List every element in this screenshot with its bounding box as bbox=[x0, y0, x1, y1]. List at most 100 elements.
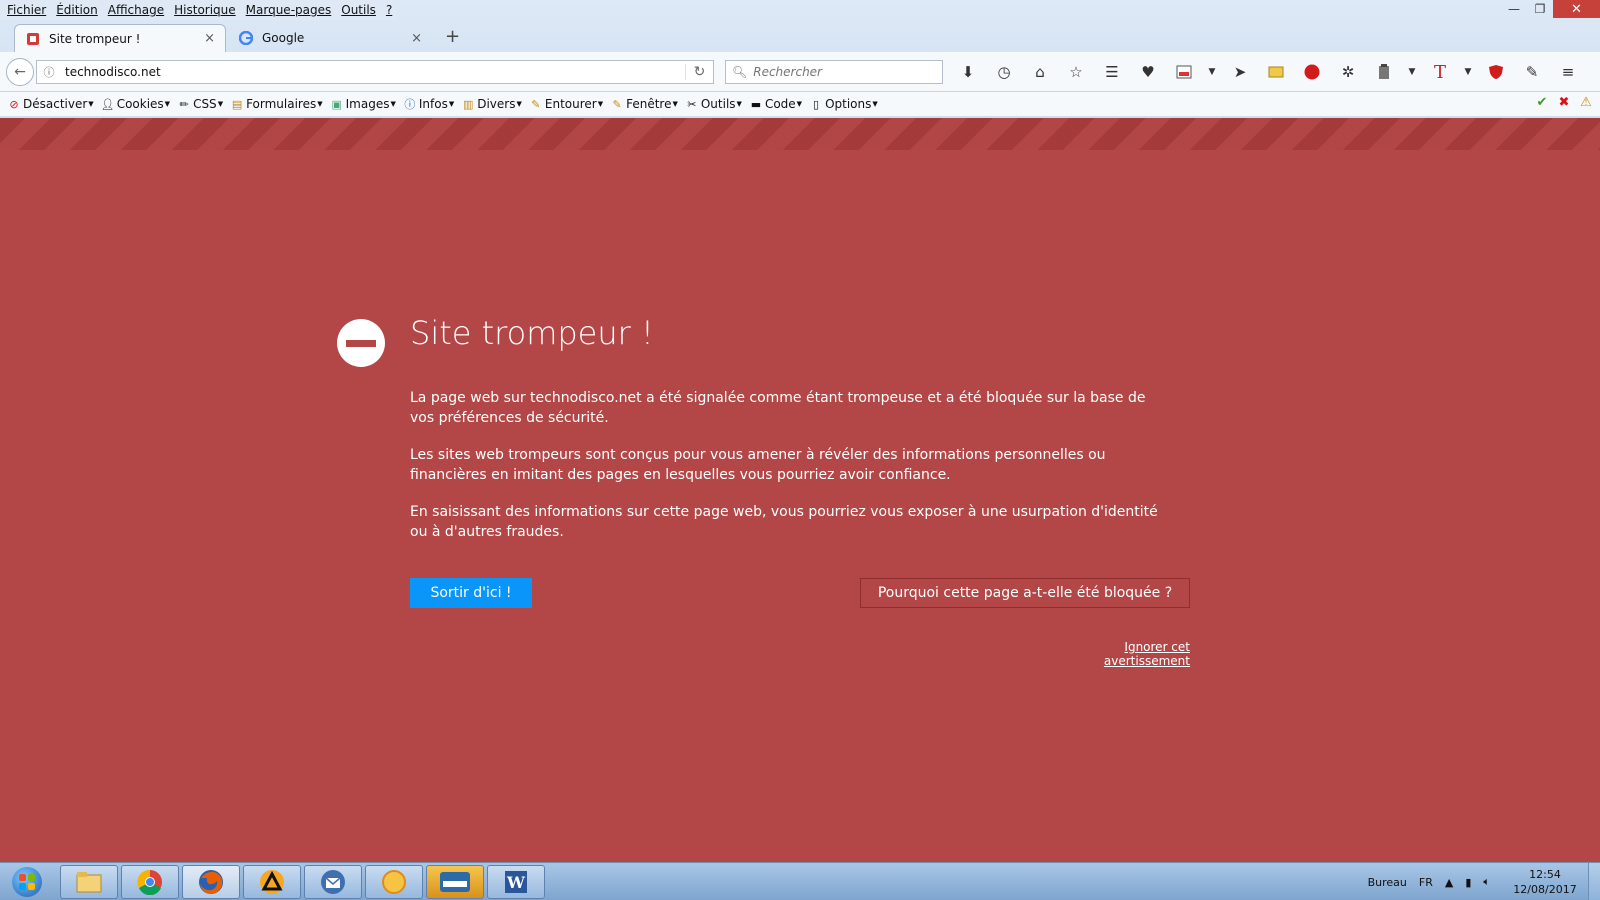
reader-list-icon[interactable]: ☰ bbox=[1094, 62, 1130, 82]
url-text[interactable]: technodisco.net bbox=[61, 65, 685, 79]
chevron-down-icon[interactable]: ▼ bbox=[1202, 62, 1222, 82]
ignore-warning-link[interactable]: Ignorer cet avertissement bbox=[1040, 640, 1190, 668]
toolbar-icons: ⬇ ◷ ⌂ ☆ ☰ ♥ ▼ ➤ ✲ ▼ T ▼ ✎ ≡ bbox=[950, 62, 1586, 83]
devbar-divers[interactable]: ▥ Divers ▼ bbox=[461, 97, 522, 111]
warning-icon[interactable]: ⚠ bbox=[1578, 95, 1594, 110]
devbar-css[interactable]: ✏ CSS ▼ bbox=[177, 97, 223, 111]
warning-paragraph-3: En saisissant des informations sur cette… bbox=[410, 504, 1158, 540]
back-button[interactable]: ← bbox=[6, 58, 34, 86]
devbar-formulaires[interactable]: ▤ Formulaires ▼ bbox=[230, 97, 323, 111]
devbar-infos[interactable]: ⓘ Infos ▼ bbox=[403, 97, 454, 111]
chevron-down-icon[interactable]: ▼ bbox=[1402, 62, 1422, 82]
home-icon[interactable]: ⌂ bbox=[1022, 62, 1058, 82]
tab-bar: Site trompeur ! × Google × bbox=[0, 22, 1600, 52]
devbar-outils[interactable]: ✂ Outils ▼ bbox=[685, 97, 742, 111]
windows-taskbar: W Bureau FR ▲ ▮ 🔈︎ 12:54 12/08/2017 bbox=[0, 862, 1600, 900]
shield-icon[interactable] bbox=[1478, 62, 1514, 82]
url-bar[interactable]: ⓘ technodisco.net ↻ bbox=[36, 60, 714, 84]
chrome-icon[interactable] bbox=[121, 865, 179, 899]
close-tab-icon[interactable]: × bbox=[411, 31, 422, 46]
devbar-status: ✔ ✖ ⚠ bbox=[1534, 95, 1594, 110]
check-icon[interactable]: ✔ bbox=[1534, 95, 1550, 110]
volume-icon[interactable]: 🔈︎ bbox=[1483, 875, 1490, 889]
history-icon[interactable]: ◷ bbox=[986, 62, 1022, 82]
news-icon[interactable] bbox=[1166, 62, 1202, 82]
adblock-icon[interactable] bbox=[1294, 62, 1330, 82]
pocket-icon[interactable]: ♥ bbox=[1130, 62, 1166, 82]
menu-marque-pages[interactable]: Marque-pages bbox=[241, 0, 337, 20]
firefox-icon[interactable] bbox=[182, 865, 240, 899]
blocked-icon bbox=[337, 319, 385, 367]
tab-site-trompeur[interactable]: Site trompeur ! × bbox=[14, 24, 226, 52]
clock[interactable]: 12:54 12/08/2017 bbox=[1502, 867, 1588, 897]
tray-expand-icon[interactable]: ▲ bbox=[1445, 876, 1453, 889]
devbar-cookies[interactable]: 👤︎ Cookies ▼ bbox=[101, 97, 170, 111]
close-window-button[interactable]: ✕ bbox=[1553, 0, 1600, 18]
clipboard-icon[interactable] bbox=[1366, 62, 1402, 82]
arrow-left-icon: ← bbox=[14, 64, 26, 80]
menu-edition[interactable]: Édition bbox=[51, 0, 103, 20]
reload-icon[interactable]: ↻ bbox=[685, 64, 713, 80]
screenshot-icon[interactable] bbox=[1258, 62, 1294, 82]
menu-fichier[interactable]: Fichier bbox=[2, 0, 51, 20]
close-tab-icon[interactable]: × bbox=[204, 31, 215, 46]
eyedropper-icon[interactable]: ✎ bbox=[1514, 62, 1550, 82]
devbar-fenetre[interactable]: ✎ Fenêtre ▼ bbox=[610, 97, 677, 111]
devbar-options[interactable]: ▯ Options ▼ bbox=[809, 97, 878, 111]
clock-time: 12:54 bbox=[1529, 868, 1561, 881]
weather-icon[interactable] bbox=[365, 865, 423, 899]
search-box[interactable]: 🔍︎ bbox=[725, 60, 943, 84]
tab-google[interactable]: Google × bbox=[228, 24, 432, 52]
new-tab-button[interactable]: + bbox=[445, 26, 460, 47]
avast-icon[interactable] bbox=[243, 865, 301, 899]
download-icon[interactable]: ⬇ bbox=[950, 62, 986, 82]
menu-help[interactable]: ? bbox=[381, 0, 397, 20]
info-icon: ⓘ bbox=[404, 98, 416, 111]
meteo-icon[interactable] bbox=[426, 865, 484, 899]
windows-logo-icon bbox=[12, 867, 42, 897]
show-desktop-button[interactable] bbox=[1588, 863, 1600, 900]
options-icon: ▯ bbox=[813, 97, 820, 111]
info-icon[interactable]: ⓘ bbox=[37, 64, 61, 80]
why-blocked-button[interactable]: Pourquoi cette page a-t-elle été bloquée… bbox=[860, 578, 1190, 608]
navigation-bar: ← ⓘ technodisco.net ↻ 🔍︎ ⬇ ◷ ⌂ ☆ ☰ ♥ ▼ ➤… bbox=[0, 52, 1600, 92]
minimize-button[interactable]: — bbox=[1501, 0, 1527, 18]
restore-button[interactable]: ❐ bbox=[1527, 0, 1553, 18]
menu-icon[interactable]: ≡ bbox=[1550, 62, 1586, 82]
cookies-icon: 👤︎ bbox=[100, 97, 115, 111]
thunderbird-icon[interactable] bbox=[304, 865, 362, 899]
text-t-icon[interactable]: T bbox=[1422, 62, 1458, 83]
start-button[interactable] bbox=[6, 865, 48, 899]
system-tray: Bureau FR ▲ ▮ 🔈︎ 12:54 12/08/2017 bbox=[1368, 863, 1600, 900]
warning-paragraph-2: Les sites web trompeurs sont conçus pour… bbox=[410, 447, 1106, 483]
images-icon: ▣ bbox=[331, 97, 342, 111]
get-me-out-button[interactable]: Sortir d'ici ! bbox=[410, 578, 532, 608]
devbar-code[interactable]: ▬ Code ▼ bbox=[749, 97, 802, 111]
devbar-desactiver[interactable]: ⊘ Désactiver ▼ bbox=[7, 97, 93, 111]
clock-date: 12/08/2017 bbox=[1513, 883, 1577, 896]
tab-label: Site trompeur ! bbox=[49, 31, 141, 46]
forms-icon: ▤ bbox=[231, 97, 243, 111]
devbar-entourer[interactable]: ✎ Entourer ▼ bbox=[529, 97, 603, 111]
menu-affichage[interactable]: Affichage bbox=[103, 0, 169, 20]
devbar-images[interactable]: ▣ Images ▼ bbox=[330, 97, 395, 111]
tab-label: Google bbox=[262, 31, 305, 45]
file-explorer-icon[interactable] bbox=[60, 865, 118, 899]
svg-text:W: W bbox=[506, 873, 526, 892]
search-icon: 🔍︎ bbox=[732, 65, 748, 79]
browser-chrome: Fichier Édition Affichage Historique Mar… bbox=[0, 0, 1600, 118]
puzzle-icon[interactable]: ✲ bbox=[1330, 62, 1366, 82]
language-indicator[interactable]: FR bbox=[1419, 876, 1433, 889]
warning-favicon-icon bbox=[25, 31, 41, 47]
menu-outils[interactable]: Outils bbox=[336, 0, 381, 20]
search-input[interactable] bbox=[753, 65, 934, 79]
word-icon[interactable]: W bbox=[487, 865, 545, 899]
bookmark-star-icon[interactable]: ☆ bbox=[1058, 62, 1094, 82]
error-icon[interactable]: ✖ bbox=[1556, 95, 1572, 110]
menu-historique[interactable]: Historique bbox=[169, 0, 241, 20]
css-icon: ✏ bbox=[179, 97, 189, 111]
desktop-toolbar-label[interactable]: Bureau bbox=[1368, 876, 1407, 889]
send-icon[interactable]: ➤ bbox=[1222, 62, 1258, 82]
network-icon[interactable]: ▮ bbox=[1465, 876, 1471, 889]
chevron-down-icon[interactable]: ▼ bbox=[1458, 62, 1478, 82]
